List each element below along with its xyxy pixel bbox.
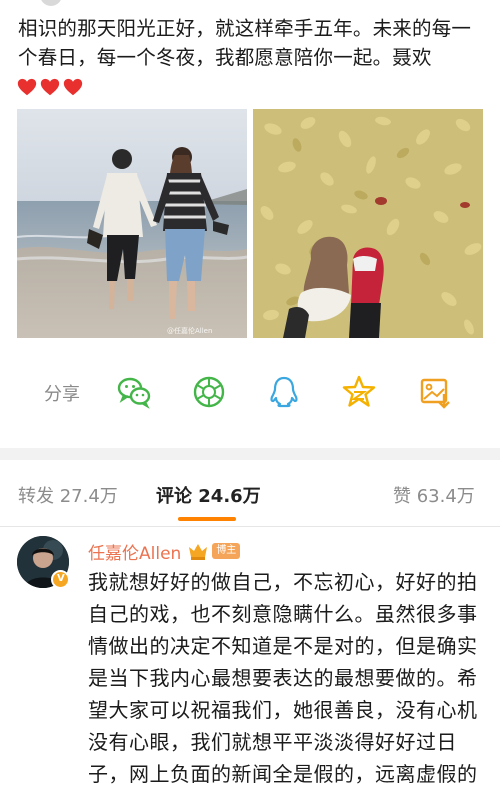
vip-crown-icon xyxy=(189,544,208,560)
tab-likes[interactable]: 赞 63.4万 xyxy=(393,482,475,508)
post-text: 相识的那天阳光正好，就这样牵手五年。未来的每一个春日，每一个冬夜，我都愿意陪你一… xyxy=(18,17,472,69)
previous-avatar-fragment xyxy=(40,0,62,6)
photo-watermark: @任嘉伦Allen xyxy=(167,326,212,335)
author-badge: 博主 xyxy=(212,543,241,559)
share-label: 分享 xyxy=(44,384,80,405)
save-image-icon[interactable] xyxy=(417,374,453,410)
comment-text: 我就想好好的做自己，不忘初心，好好的拍自己的戏，也不刻意隐瞒什么。虽然很多事情做… xyxy=(88,570,478,786)
heart-icon xyxy=(17,78,37,96)
tab-comments[interactable]: 评论 24.6万 xyxy=(156,482,261,508)
heart-icon xyxy=(40,78,60,96)
section-divider xyxy=(0,448,500,460)
post-photo-leaves[interactable] xyxy=(253,109,483,338)
qzone-star-icon[interactable] xyxy=(341,374,377,410)
hearts-emoji-row xyxy=(16,76,84,100)
verified-badge-icon: V xyxy=(51,570,70,589)
post-stats-tabs: 转发 27.4万 评论 24.6万 赞 63.4万 xyxy=(0,460,500,526)
wechat-icon[interactable] xyxy=(116,374,152,410)
comment-header: 任嘉伦Allen 博主 xyxy=(88,538,241,564)
comment-username[interactable]: 任嘉伦Allen xyxy=(88,539,181,564)
post-photo-beach[interactable]: @任嘉伦Allen xyxy=(17,109,247,338)
moments-icon[interactable] xyxy=(191,374,227,410)
share-bar: 分享 xyxy=(0,370,500,414)
active-tab-indicator xyxy=(178,517,236,521)
heart-icon xyxy=(63,78,83,96)
qq-icon[interactable] xyxy=(266,374,302,410)
beach-photo-illustration: @任嘉伦Allen xyxy=(17,109,247,338)
leaves-photo-illustration xyxy=(253,109,483,338)
tab-repost[interactable]: 转发 27.4万 xyxy=(18,482,118,508)
tabs-border xyxy=(0,526,500,527)
